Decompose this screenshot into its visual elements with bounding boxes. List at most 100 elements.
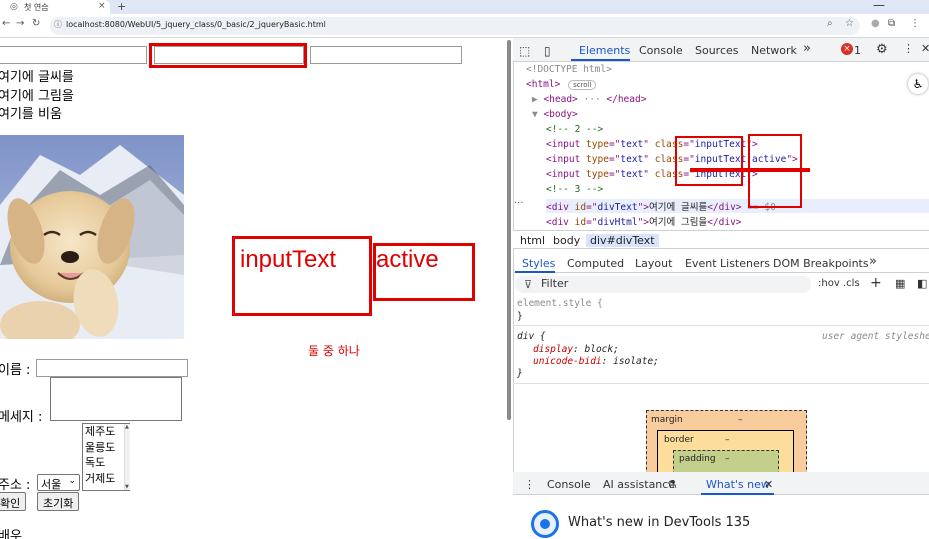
margin-label: margin xyxy=(651,415,683,425)
error-count[interactable]: 1 xyxy=(854,44,861,57)
ellipsis-icon[interactable]: ··· xyxy=(514,198,524,209)
close-whats-new-icon[interactable]: ✕ xyxy=(764,478,773,491)
address-select[interactable]: 서울 ⌄ xyxy=(37,474,80,491)
new-rule-icon[interactable]: + xyxy=(870,275,882,291)
padding-value: – xyxy=(725,454,730,464)
drawer-tab-underline xyxy=(701,493,774,495)
device-toolbar-icon[interactable]: ▯ xyxy=(544,44,551,58)
listbox-option[interactable]: 거제도 xyxy=(85,471,129,487)
styles-filter-input[interactable]: Filter xyxy=(515,276,811,293)
elements-tab-underline xyxy=(571,59,630,61)
more-tabs-icon[interactable]: » xyxy=(803,41,811,56)
more-styles-tabs-icon[interactable]: » xyxy=(869,254,877,269)
info-icon[interactable]: ⓘ xyxy=(54,19,62,30)
minimize-button[interactable]: — xyxy=(873,0,885,12)
tab-elements[interactable]: Elements xyxy=(579,44,630,57)
address-label: 주소 : xyxy=(0,478,31,493)
confirm-button[interactable]: 확인 xyxy=(0,492,27,511)
tab-styles[interactable]: Styles xyxy=(522,257,555,270)
globe-icon: ◎ xyxy=(10,2,18,12)
breadcrumb-html[interactable]: html xyxy=(520,234,545,247)
dom-node-line[interactable]: ▶ <head> ··· </head> xyxy=(532,94,646,105)
div-rule-selector[interactable]: div { xyxy=(517,331,546,342)
dom-node-line[interactable]: <div id="divText">여기에 글씨를</div> == $0 xyxy=(546,199,929,213)
styles-tab-underline xyxy=(515,271,555,273)
inspect-element-icon[interactable]: ⬚ xyxy=(519,44,530,58)
annotation-active: active xyxy=(376,246,439,273)
close-devtools-icon[interactable]: ✕ xyxy=(921,42,929,55)
forward-icon[interactable]: → xyxy=(16,18,24,29)
highlight-box-active-input xyxy=(149,43,307,68)
new-tab-button[interactable]: + xyxy=(117,0,126,13)
element-style-selector[interactable]: element.style { xyxy=(517,298,603,309)
dom-node-line[interactable]: <html> scroll xyxy=(526,79,597,90)
tab-computed[interactable]: Computed xyxy=(567,257,624,270)
name-input[interactable] xyxy=(36,359,188,377)
annotation-box-class-values xyxy=(675,136,743,186)
close-tab-icon[interactable]: × xyxy=(98,1,106,11)
border-label: border xyxy=(664,435,694,445)
hov-toggle[interactable]: :hov xyxy=(818,278,840,289)
margin-value: – xyxy=(738,415,743,425)
drawer-tab-whats-new[interactable]: What's new xyxy=(706,478,770,491)
rule-divider xyxy=(513,383,929,384)
bookmark-star-icon[interactable]: ☆ xyxy=(845,18,854,29)
breadcrumb-body[interactable]: body xyxy=(553,234,580,247)
dom-node-line[interactable]: <!-- 3 --> xyxy=(546,184,603,195)
cls-toggle[interactable]: .cls xyxy=(843,278,860,289)
listbox-option[interactable]: 울릉도 xyxy=(85,440,129,456)
extensions-icon[interactable]: ⧉ xyxy=(888,18,895,29)
dom-node-line[interactable]: <!DOCTYPE html> xyxy=(526,64,612,75)
message-textarea[interactable] xyxy=(50,377,182,421)
settings-gear-icon[interactable]: ⚙ xyxy=(876,42,888,57)
breadcrumb-div[interactable]: div#divText xyxy=(586,234,659,247)
reset-button[interactable]: 초기화 xyxy=(37,492,80,511)
text-input-1[interactable] xyxy=(0,46,147,64)
listbox-option[interactable]: 독도 xyxy=(85,455,129,471)
address-select-value: 서울 xyxy=(41,478,62,491)
sidebar-toggle-icon[interactable]: ◧ xyxy=(917,277,927,290)
tab-layout[interactable]: Layout xyxy=(635,257,672,270)
flask-icon: ⚗ xyxy=(667,478,677,491)
scroll-badge[interactable]: scroll xyxy=(568,80,597,90)
back-icon[interactable]: ← xyxy=(2,18,10,29)
text-input-3[interactable] xyxy=(310,46,462,64)
error-icon[interactable]: × xyxy=(841,43,853,55)
dom-node-line[interactable]: <div id="divHtml">여기에 그림을</div> xyxy=(546,214,742,228)
tab-network[interactable]: Network xyxy=(751,44,797,57)
dom-node-line[interactable]: <!-- 2 --> xyxy=(546,124,603,135)
display-property: display: block; xyxy=(533,344,619,355)
annotation-inputtext: inputText xyxy=(240,246,337,273)
div-text: 여기에 글씨를 xyxy=(0,70,74,85)
reload-icon[interactable]: ↻ xyxy=(32,18,40,29)
tab-strip xyxy=(0,0,929,14)
annotation-underline xyxy=(690,168,810,172)
filter-placeholder: Filter xyxy=(541,277,569,290)
border-value: – xyxy=(725,435,730,445)
listbox-option[interactable]: 제주도 xyxy=(85,424,129,440)
div-empty: 여기를 비움 xyxy=(0,107,62,122)
extension-dot-icon[interactable]: ● xyxy=(871,18,880,29)
page-scroll-thumb[interactable] xyxy=(507,40,511,420)
island-listbox[interactable]: 제주도 울릉도 독도 거제도 xyxy=(82,423,130,491)
paint-icon[interactable]: ▦ xyxy=(895,277,905,290)
unicode-bidi-property: unicode-bidi: isolate; xyxy=(533,356,659,367)
tab-console[interactable]: Console xyxy=(639,44,683,57)
name-label: 이름 : xyxy=(0,363,31,378)
tab-dom-breakpoints[interactable]: DOM Breakpoints xyxy=(773,257,869,270)
listbox-scrollbar[interactable]: ▲ ▼ xyxy=(124,424,130,490)
zoom-icon[interactable]: ⌕ xyxy=(827,18,833,29)
tab-sources[interactable]: Sources xyxy=(695,44,739,57)
filter-icon: ⊽ xyxy=(524,278,533,291)
chrome-devtools-logo xyxy=(531,510,559,538)
drawer-menu-icon[interactable]: ⋮ xyxy=(524,478,535,491)
drawer-tab-ai-assistance[interactable]: AI assistance xyxy=(603,478,675,491)
drawer-tab-console[interactable]: Console xyxy=(547,478,591,491)
devtools-menu-icon[interactable]: ⋮ xyxy=(903,42,914,55)
element-style-close: } xyxy=(517,311,523,322)
menu-icon[interactable]: ⋮ xyxy=(910,18,920,29)
accessibility-icon[interactable]: ♿ xyxy=(908,74,928,94)
tab-event-listeners[interactable]: Event Listeners xyxy=(685,257,770,270)
dom-node-line[interactable]: ▼ <body> xyxy=(532,109,578,120)
bottom-text: 배우 xyxy=(0,529,22,539)
